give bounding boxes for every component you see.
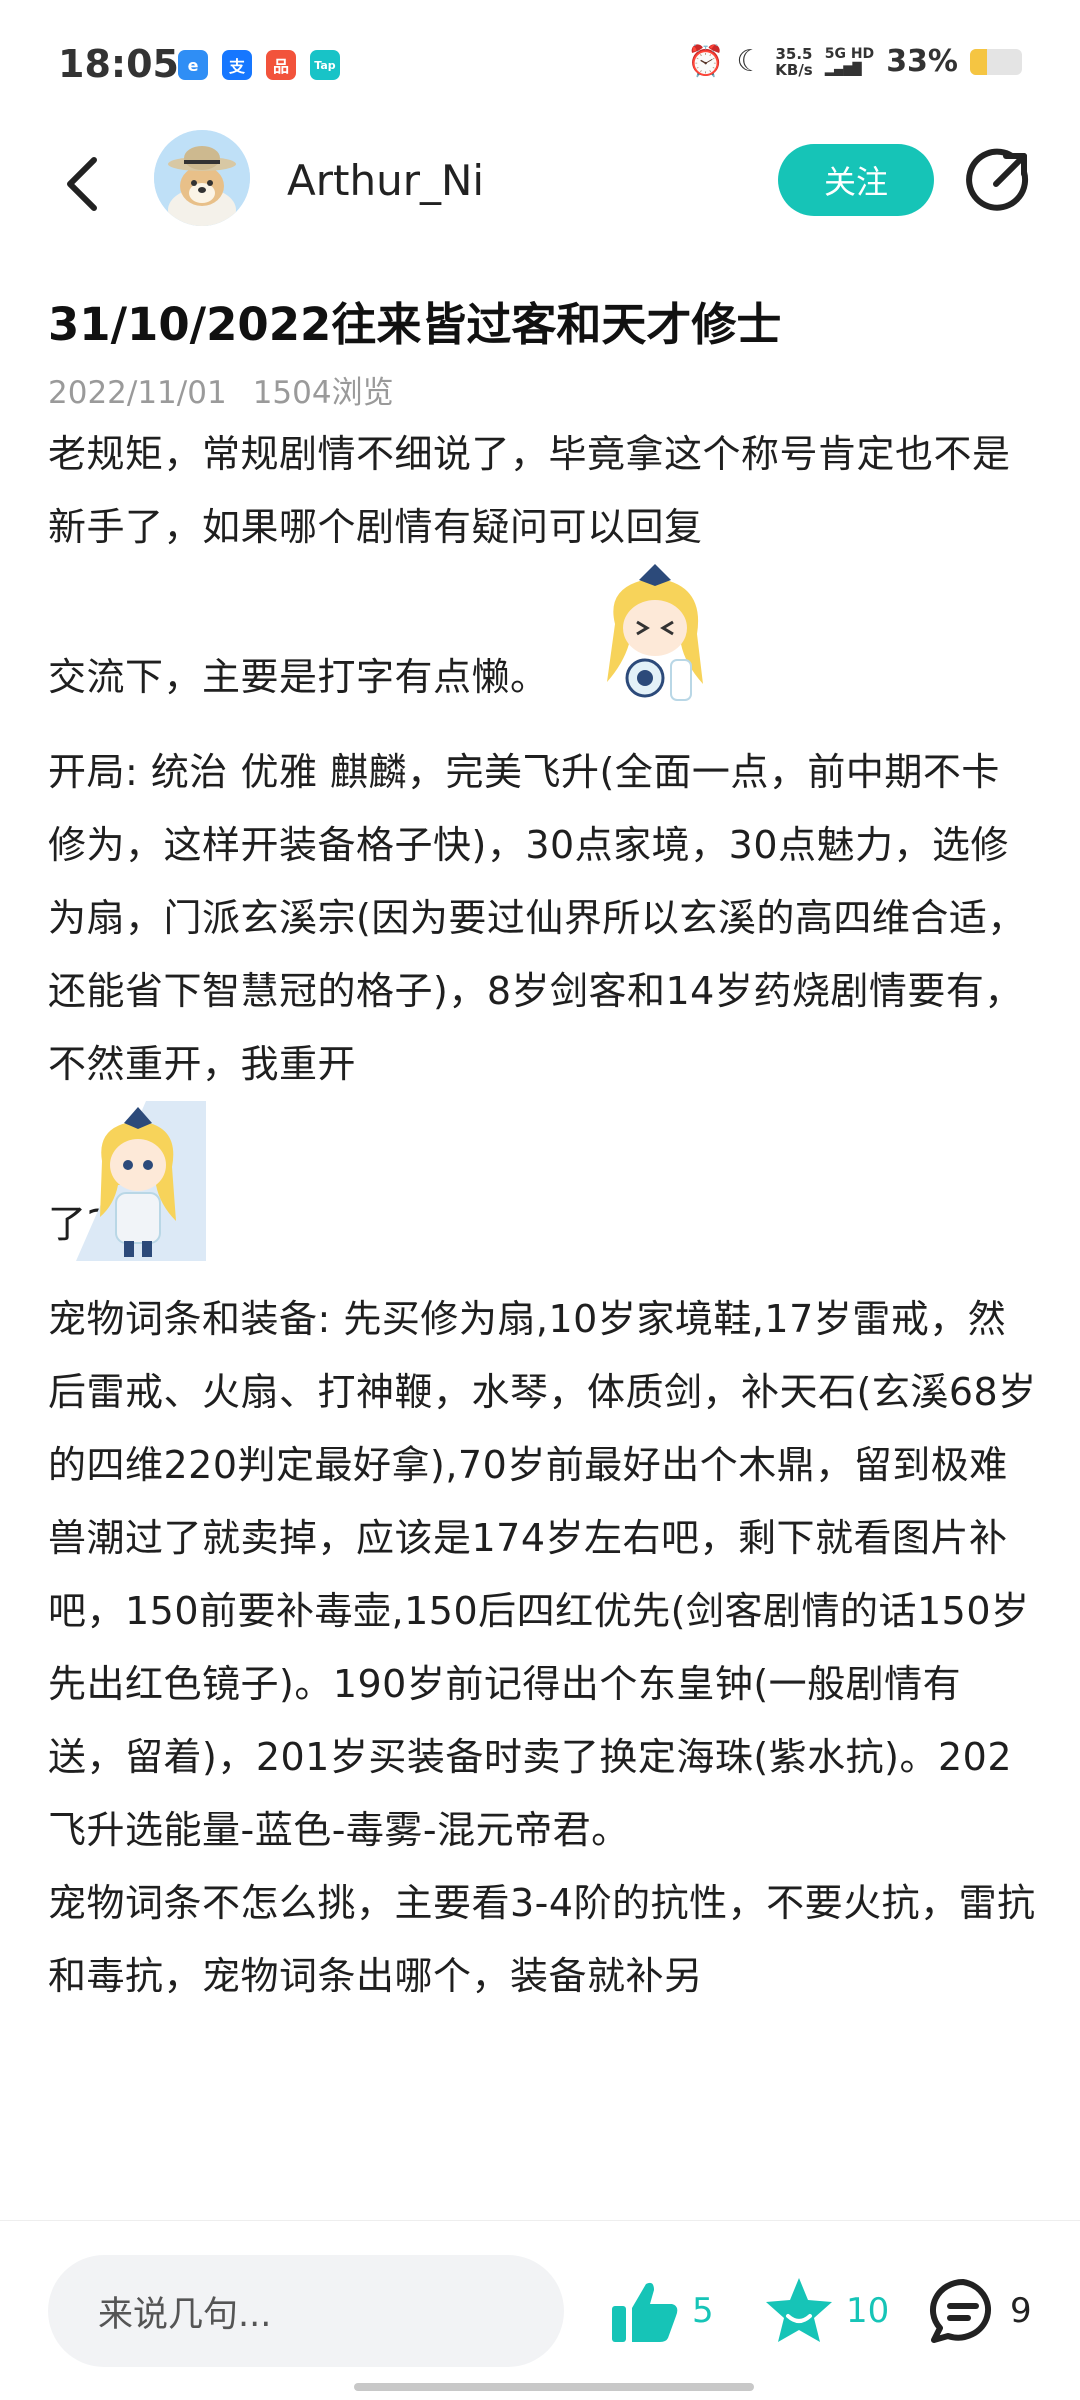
network-speed-unit: KB/s bbox=[775, 60, 813, 79]
follow-button[interactable]: 关注 bbox=[778, 144, 934, 216]
status-bar: 18:05 e 支 品 Tap ⏰ ☾ 35.5 KB/s 5G HD ▂▄▆█… bbox=[0, 0, 1080, 130]
post-meta: 2022/11/01 1504浏览 bbox=[48, 367, 1038, 412]
shiba-avatar-icon bbox=[154, 130, 250, 226]
moon-icon: ☾ bbox=[736, 44, 764, 79]
back-button[interactable] bbox=[52, 152, 112, 216]
favorite-count: 10 bbox=[846, 2291, 890, 2331]
bottom-action-bar: 来说几句... 5 10 9 bbox=[0, 2220, 1080, 2400]
notification-icons: e 支 品 Tap bbox=[178, 50, 340, 80]
author-username[interactable]: Arthur_Ni bbox=[287, 156, 484, 205]
alarm-icon: ⏰ bbox=[687, 44, 725, 79]
star-badge-icon bbox=[766, 2278, 832, 2342]
post-date: 2022/11/01 bbox=[48, 375, 227, 411]
app-icon-blue: e bbox=[178, 50, 208, 80]
post-header: Arthur_Ni 关注 bbox=[0, 130, 1080, 240]
comment-count: 9 bbox=[1010, 2291, 1032, 2331]
home-indicator[interactable] bbox=[354, 2383, 754, 2391]
paragraph-intro-main: 老规矩，常规剧情不细说了，毕竟拿这个称号肯定也不是新手了，如果哪个剧情有疑问可以… bbox=[48, 432, 1011, 549]
alipay-icon: 支 bbox=[222, 50, 252, 80]
content-fade bbox=[0, 2180, 1080, 2222]
post-views: 1504浏览 bbox=[252, 375, 394, 411]
avatar[interactable] bbox=[154, 130, 250, 226]
status-time: 18:05 bbox=[58, 42, 179, 86]
post-content: 31/10/2022往来皆过客和天才修士 2022/11/01 1504浏览 老规… bbox=[48, 295, 1038, 2013]
thumbs-up-icon bbox=[612, 2282, 678, 2342]
chat-bubble-icon bbox=[930, 2279, 992, 2343]
comment-input[interactable]: 来说几句... bbox=[48, 2255, 564, 2367]
network-type-label: 5G HD bbox=[824, 45, 875, 62]
battery-fill bbox=[970, 48, 988, 75]
network-speed: 35.5 KB/s bbox=[775, 46, 812, 78]
like-count: 5 bbox=[692, 2291, 714, 2331]
paragraph-intro-tail: 交流下，主要是打字有点懒。 bbox=[48, 655, 549, 699]
network-speed-value: 35.5 bbox=[775, 44, 813, 63]
battery-percent: 33% bbox=[886, 44, 958, 79]
share-icon bbox=[966, 148, 1029, 211]
anime-girl-peeking-sticker-icon bbox=[76, 1101, 207, 1261]
favorite-button[interactable]: 10 bbox=[764, 2273, 889, 2349]
share-button[interactable] bbox=[966, 148, 1032, 214]
battery-icon bbox=[970, 48, 1022, 75]
paragraph-intro: 老规矩，常规剧情不细说了，毕竟拿这个称号肯定也不是新手了，如果哪个剧情有疑问可以… bbox=[48, 418, 1038, 714]
chevron-left-icon bbox=[67, 157, 97, 211]
comments-button[interactable]: 9 bbox=[928, 2273, 1032, 2349]
paragraph-opening-main: 开局: 统治 优雅 麒麟，完美飞升(全面一点，前中期不卡修为，这样开装备格子快)… bbox=[48, 750, 1026, 1086]
taptap-icon: Tap bbox=[310, 50, 340, 80]
status-indicators: ⏰ ☾ 35.5 KB/s 5G HD ▂▄▆█ 33% bbox=[687, 44, 1022, 79]
anime-girl-sticker-icon bbox=[585, 564, 725, 714]
network-type: 5G HD ▂▄▆█ bbox=[824, 45, 875, 77]
paragraph-pets-equipment: 宠物词条和装备: 先买修为扇,10岁家境鞋,17岁雷戒，然后雷戒、火扇、打神鞭，… bbox=[48, 1297, 1037, 1852]
app-icon-red: 品 bbox=[266, 50, 296, 80]
post-title: 31/10/2022往来皆过客和天才修士 bbox=[48, 298, 782, 351]
like-button[interactable]: 5 bbox=[610, 2273, 714, 2349]
paragraph-pet-traits: 宠物词条不怎么挑，主要看3-4阶的抗性，不要火抗，雷抗和毒抗，宠物词条出哪个，装… bbox=[48, 1881, 1036, 1998]
signal-icon: ▂▄▆█ bbox=[824, 61, 862, 76]
paragraph-opening: 开局: 统治 优雅 麒麟，完美飞升(全面一点，前中期不卡修为，这样开装备格子快)… bbox=[48, 736, 1038, 1261]
